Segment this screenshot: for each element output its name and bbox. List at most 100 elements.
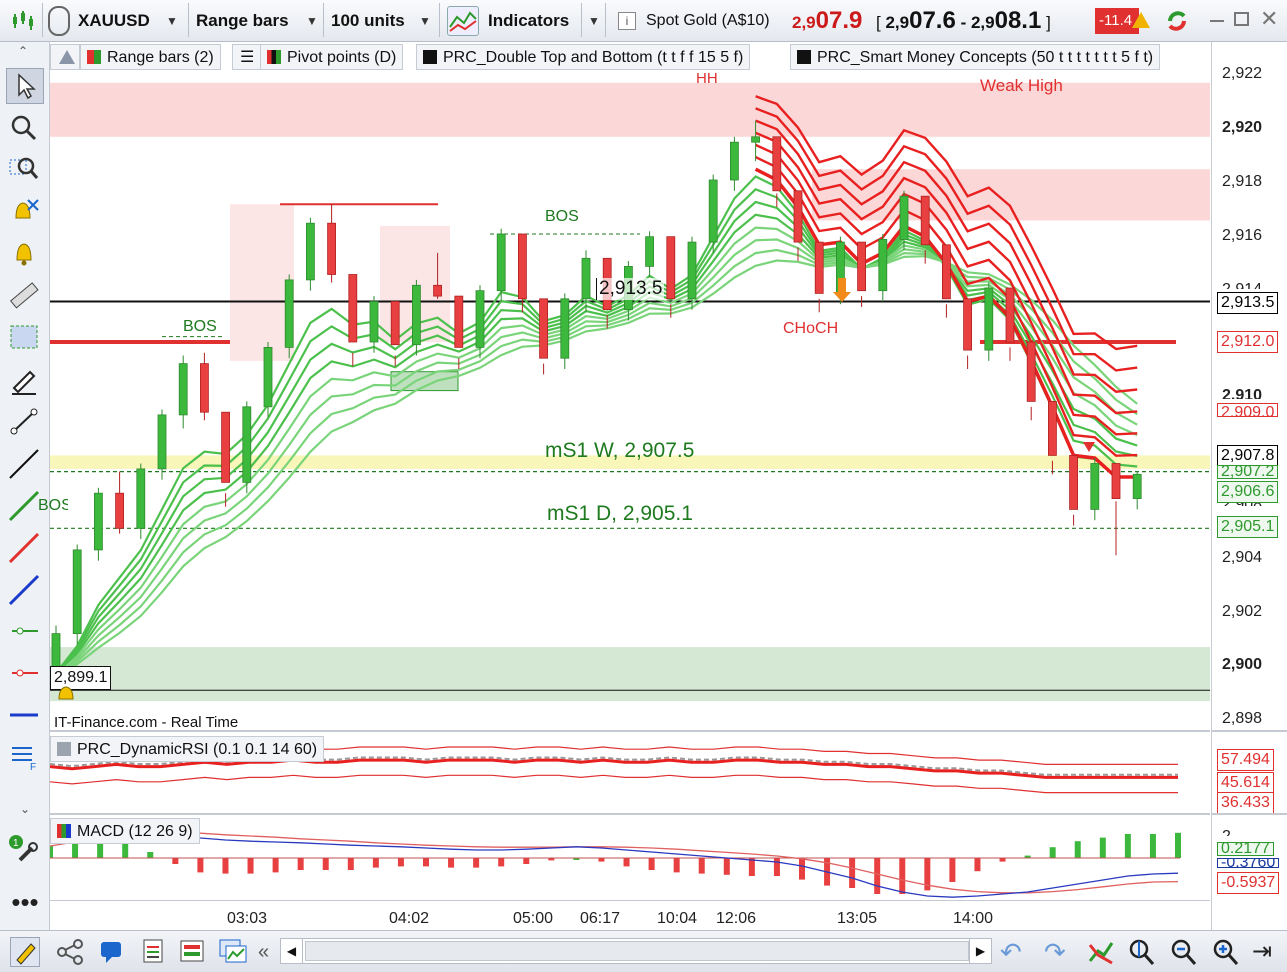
alert-bell-icon[interactable]	[56, 684, 76, 704]
legend-item[interactable]: PRC_Smart Money Concepts (50 t t t t t t…	[790, 44, 1161, 70]
pencil-yellow-icon[interactable]	[10, 937, 40, 967]
chart-bars-icon[interactable]	[10, 8, 36, 34]
macd-tick: -0.3760	[1217, 858, 1280, 868]
macd-histogram-bar	[448, 858, 455, 868]
next-icon[interactable]: ⇥	[1252, 937, 1272, 966]
fibonacci-icon[interactable]: F	[6, 740, 44, 776]
alert-remove-icon[interactable]	[6, 194, 44, 230]
candle-body	[284, 279, 294, 348]
legend-item[interactable]: ☰	[232, 44, 262, 70]
indicators-icon[interactable]	[447, 6, 479, 36]
segment-tool-icon[interactable]	[6, 404, 44, 440]
sell-arrow-icon	[833, 278, 851, 302]
line-blue-icon[interactable]	[6, 572, 44, 608]
hline-green-icon[interactable]	[6, 614, 44, 650]
windows-icon[interactable]	[218, 937, 248, 968]
pencil-icon[interactable]	[6, 362, 44, 398]
indicators-button[interactable]: Indicators	[488, 0, 569, 42]
chevron-down-icon[interactable]: ▼	[588, 14, 600, 28]
label-ms1w: mS1 W, 2,907.5	[545, 439, 695, 462]
ruler-icon[interactable]	[6, 278, 44, 314]
gray-square-icon	[57, 742, 71, 756]
candle-body	[687, 241, 697, 300]
redo-icon[interactable]: ↷	[1044, 937, 1066, 968]
info-icon[interactable]: i	[618, 12, 636, 30]
price-axis[interactable]: 2,922 2,920 2,918 2,916 2,914 2,910 2,90…	[1211, 42, 1287, 930]
collapse-up-icon[interactable]: ⌃	[18, 44, 28, 58]
macd-histogram-bar	[473, 858, 480, 868]
legend-item[interactable]: Range bars (2)	[80, 44, 221, 70]
left-tool-panel: ⌃ F ⌄ 1 •••	[0, 42, 50, 930]
rsi-lower-band	[50, 774, 1178, 794]
selection-area-icon[interactable]	[6, 320, 44, 356]
more-dots-icon[interactable]: •••	[6, 889, 44, 928]
macd-legend-label: MACD (12 26 9)	[77, 823, 193, 840]
price-box: 2,907.8	[1217, 445, 1279, 467]
zoom-fit-icon[interactable]	[1126, 937, 1158, 970]
legend-item[interactable]: Pivot points (D)	[260, 44, 404, 70]
macd-tick: 0.2177	[1217, 842, 1274, 856]
svg-text:F: F	[30, 762, 36, 773]
legend-item-range-bars[interactable]	[50, 44, 80, 70]
symbol-selector[interactable]: XAUUSD ▼	[78, 0, 186, 42]
macd-histogram-bar	[849, 858, 856, 888]
bid-main: 07.6	[909, 7, 956, 34]
time-tick: 10:04	[657, 910, 698, 927]
line-red-icon[interactable]	[6, 530, 44, 566]
time-tick: 14:00	[953, 910, 994, 927]
units-selector[interactable]: 100 units ▼	[331, 0, 437, 42]
candle-body	[899, 195, 909, 240]
macd-histogram-bar	[147, 852, 154, 858]
zoom-tool-icon[interactable]	[6, 110, 44, 146]
minimize-icon[interactable]	[1210, 20, 1224, 22]
settings-wrench-icon[interactable]: 1	[6, 832, 44, 868]
refresh-icon[interactable]	[1162, 7, 1192, 35]
macd-legend[interactable]: MACD (12 26 9)	[50, 818, 200, 844]
close-icon[interactable]: ✕	[1260, 6, 1278, 32]
ask-prefix: 2,9	[970, 13, 995, 32]
candle-body	[242, 406, 252, 483]
pointer-tool-icon[interactable]	[6, 68, 44, 104]
chevron-down-icon[interactable]: ⌄	[6, 802, 44, 822]
legend-item[interactable]: PRC_Double Top and Bottom (t t f f 15 5 …	[416, 44, 751, 70]
zoom-out-icon[interactable]	[1168, 937, 1198, 970]
scroll-left-button[interactable]: ◀	[281, 939, 303, 963]
candle-body	[263, 346, 273, 408]
alert-bell-icon[interactable]	[6, 236, 44, 272]
scroll-thumb[interactable]	[305, 941, 969, 961]
orders-icon[interactable]	[178, 937, 206, 968]
candle-body	[94, 492, 103, 551]
undo-icon[interactable]: ↶	[1000, 937, 1022, 968]
horizontal-scrollbar[interactable]: ◀ ▶	[280, 938, 992, 964]
zoom-area-icon[interactable]	[6, 152, 44, 188]
macd-histogram-bar	[1099, 837, 1106, 858]
macd-line	[50, 827, 1179, 898]
last-price: 2,907.9	[792, 0, 862, 42]
hline-red-icon[interactable]	[6, 656, 44, 692]
rsi-legend[interactable]: PRC_DynamicRSI (0.1 0.1 14 60)	[50, 736, 325, 762]
chat-icon[interactable]	[98, 939, 126, 968]
link-icon[interactable]	[48, 6, 70, 36]
label-bos: BOS	[545, 208, 579, 225]
scroll-right-button[interactable]: ▶	[969, 939, 991, 963]
chart-area[interactable]: Range bars (2) ☰ Pivot points (D) PRC_Do…	[38, 42, 1210, 930]
hline-blue-icon[interactable]	[6, 698, 44, 734]
auto-scale-icon[interactable]	[1086, 937, 1116, 970]
time-tick: 05:00	[513, 910, 554, 927]
share-icon[interactable]	[56, 939, 86, 968]
main-chart-svg[interactable]	[50, 42, 1210, 930]
bid-prefix: 2,9	[885, 13, 910, 32]
double-chevron-left-icon[interactable]: «	[258, 941, 269, 964]
zoom-in-icon[interactable]	[1210, 937, 1240, 970]
time-tick: 04:02	[389, 910, 430, 927]
macd-histogram-bar	[949, 858, 956, 882]
candle-body	[942, 244, 951, 300]
macd-histogram-bar	[1074, 841, 1081, 858]
bar-type-selector[interactable]: Range bars ▼	[196, 0, 321, 42]
price-box: 2,905.1	[1217, 516, 1279, 538]
maximize-icon[interactable]	[1234, 12, 1249, 26]
instrument-name: Spot Gold (A$10)	[646, 12, 770, 29]
report-icon[interactable]	[140, 937, 166, 968]
line-black-icon[interactable]	[6, 446, 44, 482]
macd-tick: 2	[1222, 828, 1231, 836]
